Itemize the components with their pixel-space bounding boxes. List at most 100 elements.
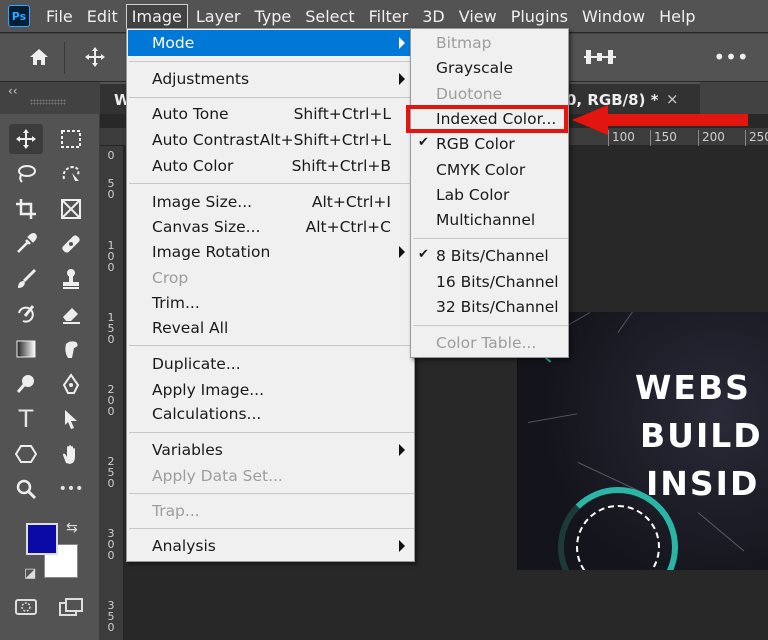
menu-3d[interactable]: 3D	[416, 4, 451, 29]
foreground-color-swatch[interactable]	[26, 523, 58, 555]
menu-item-analysis[interactable]: Analysis	[128, 533, 413, 559]
menu-item-auto-tone[interactable]: Auto Tone Shift+Ctrl+L	[128, 101, 413, 127]
submenu-arrow-icon	[399, 37, 405, 49]
smudge-icon[interactable]	[54, 334, 88, 364]
menu-separator	[129, 432, 414, 433]
menu-item-label: Variables	[152, 441, 223, 459]
menu-plugins[interactable]: Plugins	[505, 4, 574, 29]
spot-healing-icon[interactable]	[54, 229, 88, 259]
menu-separator	[129, 183, 414, 184]
eraser-icon[interactable]	[54, 299, 88, 329]
brush-icon[interactable]	[9, 264, 43, 294]
tools-panel: T ••• ⇆ ◪	[0, 114, 100, 640]
menu-image[interactable]: Image	[125, 3, 188, 29]
mode-item-label: 8 Bits/Channel	[436, 247, 549, 265]
lasso-icon[interactable]	[9, 159, 43, 189]
rectangular-marquee-icon[interactable]	[54, 124, 88, 154]
menu-item-label: Image Rotation	[152, 243, 271, 261]
quick-mask-icon[interactable]	[14, 597, 38, 622]
menu-item-label: Apply Image...	[152, 381, 265, 399]
hand-icon[interactable]	[54, 439, 88, 469]
menu-type[interactable]: Type	[248, 4, 297, 29]
ruler-digit: 0	[107, 549, 115, 562]
menu-item-image-size[interactable]: Image Size... Alt+Ctrl+I	[128, 189, 413, 215]
menu-help[interactable]: Help	[653, 4, 701, 29]
menu-item-calculations[interactable]: Calculations...	[128, 401, 413, 427]
collapse-panel-icon[interactable]: ‹‹	[8, 84, 18, 98]
ruler-digit: 0	[107, 477, 115, 490]
home-icon[interactable]	[26, 44, 52, 70]
eyedropper-icon[interactable]	[9, 229, 43, 259]
type-tool-icon[interactable]: T	[9, 404, 43, 434]
crop-icon[interactable]	[9, 194, 43, 224]
menu-item-label: Image Size...	[152, 193, 253, 211]
move-icon[interactable]	[82, 44, 108, 70]
menu-item-label: Reveal All	[152, 319, 229, 337]
mode-item-rgb-color[interactable]: ✔ RGB Color	[412, 132, 567, 157]
menu-item-canvas-size[interactable]: Canvas Size... Alt+Ctrl+C	[128, 214, 413, 240]
menu-item-trap: Trap...	[128, 498, 413, 524]
more-tools-icon[interactable]: •••	[54, 474, 88, 504]
menu-item-auto-color[interactable]: Auto Color Shift+Ctrl+B	[128, 153, 413, 179]
mode-item-cmyk-color[interactable]: CMYK Color	[412, 158, 567, 183]
dodge-icon[interactable]	[9, 369, 43, 399]
ruler-digit: 0	[107, 188, 115, 201]
clone-stamp-icon[interactable]	[54, 264, 88, 294]
menu-item-auto-contrast[interactable]: Auto Contrast Alt+Shift+Ctrl+L	[128, 127, 413, 153]
menu-item-duplicate[interactable]: Duplicate...	[128, 351, 413, 377]
menu-item-label: Calculations...	[152, 405, 262, 423]
mode-submenu: Bitmap Grayscale Duotone Indexed Color..…	[410, 28, 569, 358]
path-selection-icon[interactable]	[54, 404, 88, 434]
zoom-icon[interactable]	[9, 474, 43, 504]
panel-grip[interactable]	[30, 99, 66, 105]
ruler-digit: 0	[107, 261, 115, 274]
menu-window[interactable]: Window	[576, 4, 651, 29]
menu-item-label: Auto Color	[152, 157, 234, 175]
ruler-tick: 250	[745, 130, 768, 146]
screen-mode-icon[interactable]	[58, 597, 84, 622]
mode-item-16-bits[interactable]: 16 Bits/Channel	[412, 270, 567, 295]
menu-filter[interactable]: Filter	[363, 4, 415, 29]
headline-line-1: WEBS	[635, 368, 751, 407]
pen-icon[interactable]	[54, 369, 88, 399]
menu-view[interactable]: View	[453, 4, 503, 29]
mode-item-32-bits[interactable]: 32 Bits/Channel	[412, 295, 567, 320]
menu-separator	[413, 238, 568, 239]
menu-item-variables[interactable]: Variables	[128, 437, 413, 463]
menu-item-adjustments[interactable]: Adjustments	[128, 66, 413, 92]
menu-layer[interactable]: Layer	[190, 4, 247, 29]
history-brush-icon[interactable]	[9, 299, 43, 329]
mode-item-multichannel[interactable]: Multichannel	[412, 208, 567, 233]
menu-item-label: Canvas Size...	[152, 218, 261, 236]
mode-item-lab-color[interactable]: Lab Color	[412, 183, 567, 208]
menu-item-label: Adjustments	[152, 70, 250, 88]
options-divider	[64, 42, 65, 74]
menu-item-label: Apply Data Set...	[152, 467, 283, 485]
menu-edit[interactable]: Edit	[81, 4, 124, 29]
left-ruler[interactable]: 0 5 0 1 0 0 1 5 0 2 0 0 2 5 0 3 0 0 3 5 …	[100, 146, 124, 640]
swap-colors-icon[interactable]: ⇆	[66, 520, 78, 536]
shape-icon[interactable]	[9, 439, 43, 469]
menu-item-image-rotation[interactable]: Image Rotation	[128, 239, 413, 265]
menu-item-reveal-all[interactable]: Reveal All	[128, 315, 413, 341]
frame-icon[interactable]	[54, 194, 88, 224]
default-colors-icon[interactable]: ◪	[24, 566, 36, 581]
mode-item-label: Lab Color	[436, 186, 510, 204]
menu-select[interactable]: Select	[299, 4, 360, 29]
more-icon[interactable]: •••	[713, 44, 748, 70]
object-selection-icon[interactable]	[54, 159, 88, 189]
move-tool-icon[interactable]	[9, 124, 43, 154]
menu-item-shortcut: Alt+Ctrl+C	[305, 218, 391, 236]
mode-item-grayscale[interactable]: Grayscale	[412, 56, 567, 81]
menu-item-apply-data-set: Apply Data Set...	[128, 463, 413, 489]
align-distribute-icon[interactable]	[580, 44, 620, 70]
menu-item-trim[interactable]: Trim...	[128, 290, 413, 316]
menu-item-apply-image[interactable]: Apply Image...	[128, 377, 413, 403]
menu-item-mode[interactable]: Mode	[128, 30, 413, 56]
menu-file[interactable]: File	[40, 4, 79, 29]
menu-separator	[129, 97, 414, 98]
mode-item-8-bits[interactable]: ✔ 8 Bits/Channel	[412, 244, 567, 269]
gradient-icon[interactable]	[9, 334, 43, 364]
menu-item-crop: Crop	[128, 265, 413, 291]
mode-item-bitmap: Bitmap	[412, 31, 567, 56]
